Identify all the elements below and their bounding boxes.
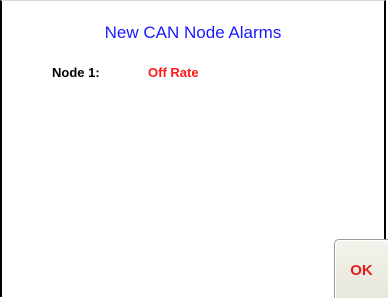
ok-button[interactable]: OK <box>334 239 388 298</box>
alarm-status: Off Rate <box>148 65 199 80</box>
alarm-dialog: New CAN Node Alarms Node 1: Off Rate OK <box>0 0 388 298</box>
dialog-title: New CAN Node Alarms <box>104 23 282 42</box>
node-label: Node 1: <box>52 65 100 80</box>
